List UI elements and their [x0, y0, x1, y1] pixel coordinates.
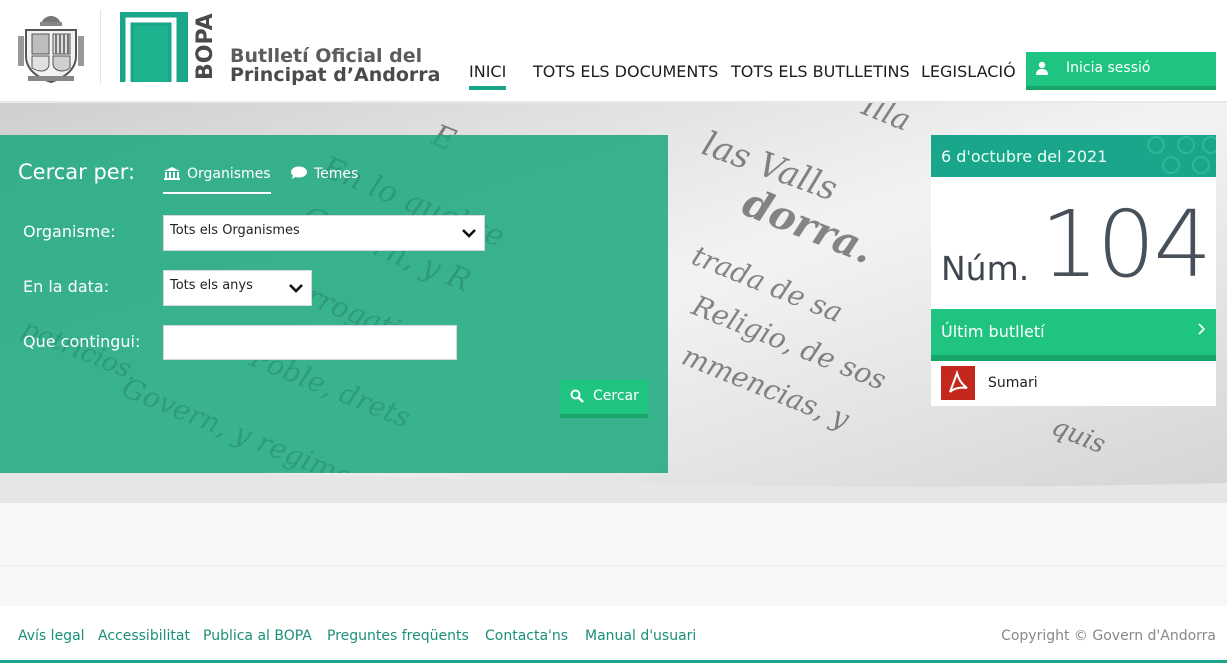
- nav-item-tots-els-documents[interactable]: TOTS ELS DOCUMENTS: [533, 62, 718, 81]
- tab-organismes-label: Organismes: [187, 166, 271, 182]
- footer-link-publica-al-bopa[interactable]: Publica al BOPA: [203, 628, 312, 644]
- sumari-label: Sumari: [988, 375, 1038, 391]
- footer-link-contactans[interactable]: Contacta'ns: [485, 628, 568, 644]
- content-label: Que contingui:: [23, 332, 141, 351]
- date-select[interactable]: Tots els anys: [163, 270, 312, 306]
- andorra-coat-of-arms-logo[interactable]: [18, 12, 84, 84]
- login-button[interactable]: Inicia sessió: [1026, 52, 1216, 90]
- band-divider: [0, 565, 1227, 566]
- date-label: En la data:: [23, 277, 110, 296]
- nav-item-inici[interactable]: INICI: [469, 62, 507, 90]
- organisme-select[interactable]: Tots els Organismes: [163, 215, 485, 251]
- content-band: [0, 503, 1227, 606]
- sumari-link[interactable]: Sumari: [931, 361, 1216, 406]
- chevron-down-icon: [462, 229, 476, 238]
- user-icon: [1036, 61, 1048, 75]
- brand-title-line2: Principat d’Andorra: [230, 64, 441, 86]
- building-icon: [164, 167, 180, 180]
- tab-temes-label: Temes: [314, 166, 359, 182]
- chevron-right-icon: [1198, 323, 1206, 335]
- decorative-pattern: [1147, 136, 1216, 174]
- nav-item-legislacio[interactable]: LEGISLACIÓ: [921, 62, 1016, 81]
- organisme-select-value: Tots els Organismes: [170, 223, 300, 238]
- footer-link-accessibilitat[interactable]: Accessibilitat: [98, 628, 190, 644]
- chevron-down-icon: [289, 284, 303, 293]
- bulletin-number-box: Núm. 104: [931, 177, 1216, 309]
- pdf-icon: [941, 366, 975, 400]
- search-button-label: Cercar: [593, 388, 639, 404]
- date-select-value: Tots els anys: [170, 278, 253, 293]
- search-button[interactable]: Cercar: [560, 380, 648, 418]
- bulletin-date: 6 d'octubre del 2021: [941, 147, 1108, 166]
- site-footer: Avís legal Accessibilitat Publica al BOP…: [0, 606, 1227, 663]
- content-input[interactable]: [163, 325, 457, 360]
- bulletin-number-label: Núm.: [941, 249, 1030, 288]
- bopa-logo-mark[interactable]: [120, 12, 188, 82]
- footer-link-preguntes-frequents[interactable]: Preguntes freqüents: [327, 628, 469, 644]
- speech-bubble-icon: [291, 166, 307, 179]
- site-header: BOPA Butlletí Oficial del Principat d’An…: [0, 0, 1227, 103]
- bulletin-number-value: 104: [1040, 191, 1212, 298]
- footer-link-manual-usuari[interactable]: Manual d'usuari: [585, 628, 696, 644]
- last-bulletin-label: Últim butlletí: [941, 322, 1045, 341]
- search-title: Cercar per:: [18, 160, 136, 184]
- tab-organismes[interactable]: Organismes: [163, 166, 271, 194]
- tab-temes[interactable]: Temes: [290, 166, 358, 194]
- svg-text:BOPA: BOPA: [193, 13, 218, 80]
- header-divider: [100, 10, 101, 84]
- login-button-label: Inicia sessió: [1066, 60, 1151, 76]
- search-icon: [570, 389, 584, 403]
- footer-link-avis-legal[interactable]: Avís legal: [18, 628, 85, 644]
- nav-item-tots-els-butlletins[interactable]: TOTS ELS BUTLLETINS: [731, 62, 910, 81]
- bulletin-date-header: 6 d'octubre del 2021: [931, 135, 1216, 177]
- copyright-text: Copyright © Govern d'Andorra: [1001, 628, 1216, 644]
- organisme-label: Organisme:: [23, 222, 116, 241]
- bopa-logo-word: BOPA: [193, 13, 218, 80]
- last-bulletin-button[interactable]: Últim butlletí: [931, 309, 1216, 361]
